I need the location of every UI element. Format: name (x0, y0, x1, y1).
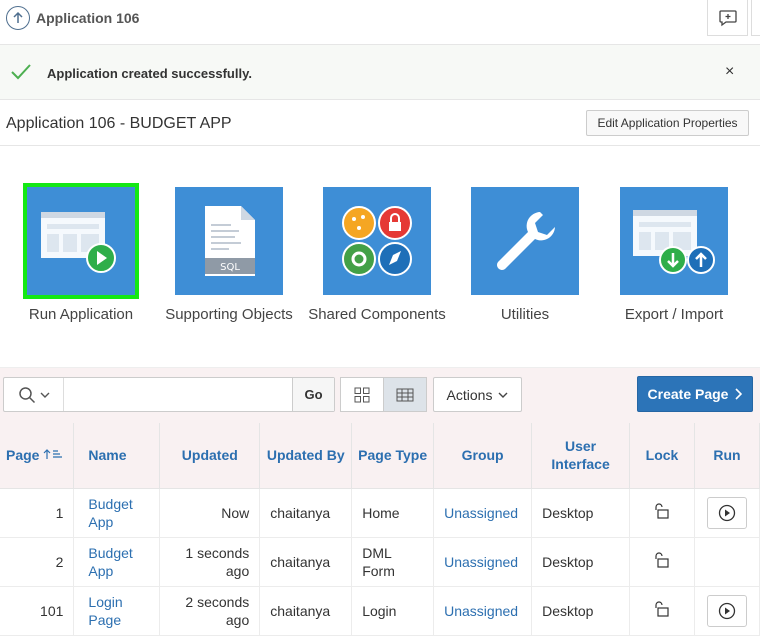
page-name-link[interactable]: Budget App (73, 537, 161, 587)
cell-updated-by: chaitanya (259, 586, 353, 636)
success-alert: Application created successfully. × (0, 45, 760, 100)
cell-page-type: DML Form (351, 537, 435, 587)
checkmark-icon (11, 64, 31, 80)
run-application-label: Run Application (28, 306, 134, 323)
cell-updated: 1 seconds ago (159, 537, 261, 587)
cell-run (694, 537, 760, 587)
unlock-icon[interactable] (653, 551, 671, 572)
cell-run (694, 488, 760, 538)
sql-file-icon: SQL (205, 206, 255, 276)
success-message: Application created successfully. (47, 66, 252, 81)
cell-user-interface: Desktop (531, 488, 631, 538)
cell-updated: 2 seconds ago (159, 586, 261, 636)
export-import-icon (633, 210, 715, 274)
run-page-button[interactable] (706, 594, 747, 627)
search-input[interactable] (65, 378, 292, 411)
create-page-label: Create Page (647, 386, 729, 402)
feedback-button[interactable] (707, 0, 748, 36)
column-header-user-interface[interactable]: User Interface (531, 423, 631, 489)
shared-components-icon (342, 206, 412, 276)
svg-text:SQL: SQL (220, 262, 240, 273)
cell-run (694, 586, 760, 636)
page-name-link[interactable]: Budget App (73, 488, 161, 538)
edit-application-properties-button[interactable]: Edit Application Properties (586, 110, 749, 136)
cell-lock (629, 537, 695, 587)
chevron-right-icon (735, 388, 743, 400)
unlock-icon[interactable] (653, 600, 671, 621)
shared-components-tile[interactable] (323, 187, 431, 295)
cell-updated-by: chaitanya (259, 488, 353, 538)
table-header-row: Page Name Updated Updated By Page Type G… (0, 423, 760, 489)
up-arrow-button[interactable] (6, 6, 30, 30)
run-app-icon (41, 212, 116, 273)
search-bar: Go (3, 377, 335, 412)
close-icon[interactable]: × (725, 63, 734, 81)
utilities-label: Utilities (500, 306, 550, 323)
top-bar: Application 106 (0, 0, 760, 45)
cell-lock (629, 586, 695, 636)
group-link[interactable]: Unassigned (433, 488, 533, 538)
supporting-objects-tile[interactable]: SQL (175, 187, 283, 295)
page-name-link[interactable]: Login Page (73, 586, 161, 636)
group-link[interactable]: Unassigned (433, 586, 533, 636)
group-link[interactable]: Unassigned (433, 537, 533, 587)
actions-label: Actions (446, 386, 493, 403)
run-application-tile[interactable] (23, 183, 139, 299)
up-arrow-icon (13, 11, 23, 23)
unlock-icon[interactable] (653, 502, 671, 523)
application-name: Application 106 - BUDGET APP (6, 115, 232, 132)
column-header-group[interactable]: Group (433, 423, 533, 489)
table-row: 1 Budget App Now chaitanya Home Unassign… (0, 488, 760, 538)
export-import-tile[interactable] (620, 187, 728, 295)
chevron-down-icon (40, 392, 49, 398)
chevron-down-icon (498, 392, 508, 398)
go-button[interactable]: Go (292, 378, 334, 411)
report-view-button[interactable] (383, 377, 427, 412)
column-header-name[interactable]: Name (73, 423, 161, 489)
cell-updated: Now (159, 488, 261, 538)
create-page-button[interactable]: Create Page (637, 376, 753, 412)
cell-updated-by: chaitanya (259, 537, 353, 587)
export-import-label: Export / Import (624, 306, 724, 323)
column-header-updated-by[interactable]: Updated By (259, 423, 353, 489)
cell-page: 101 (0, 586, 75, 636)
icon-view-button[interactable] (340, 377, 384, 412)
cell-page-type: Login (351, 586, 435, 636)
wrench-icon (497, 212, 555, 270)
page-title: Application 106 (36, 10, 140, 26)
column-header-updated[interactable]: Updated (159, 423, 261, 489)
table-row: 2 Budget App 1 seconds ago chaitanya DML… (0, 537, 760, 587)
table-icon (396, 388, 414, 401)
column-header-lock[interactable]: Lock (629, 423, 695, 489)
run-page-button[interactable] (706, 496, 747, 529)
sort-ascending-icon (43, 449, 63, 460)
utilities-tile[interactable] (471, 187, 579, 295)
search-column-selector[interactable] (4, 378, 64, 411)
actions-menu-button[interactable]: Actions (433, 377, 522, 412)
feedback-icon (718, 9, 737, 26)
column-header-page[interactable]: Page (0, 423, 75, 489)
table-row: 101 Login Page 2 seconds ago chaitanya L… (0, 586, 760, 636)
play-icon (718, 602, 736, 619)
cell-page: 1 (0, 488, 75, 538)
search-icon (18, 386, 35, 403)
grid-icon (354, 387, 370, 402)
header-edge-button[interactable] (751, 0, 760, 36)
cell-user-interface: Desktop (531, 537, 631, 587)
cell-page: 2 (0, 537, 75, 587)
cell-page-type: Home (351, 488, 435, 538)
shared-components-label: Shared Components (308, 306, 446, 323)
column-header-page-type[interactable]: Page Type (351, 423, 435, 489)
cell-lock (629, 488, 695, 538)
cell-user-interface: Desktop (531, 586, 631, 636)
play-icon (718, 504, 736, 521)
supporting-objects-label: Supporting Objects (165, 306, 293, 323)
pages-table: Page Name Updated Updated By Page Type G… (0, 423, 760, 636)
column-header-run[interactable]: Run (694, 423, 760, 489)
